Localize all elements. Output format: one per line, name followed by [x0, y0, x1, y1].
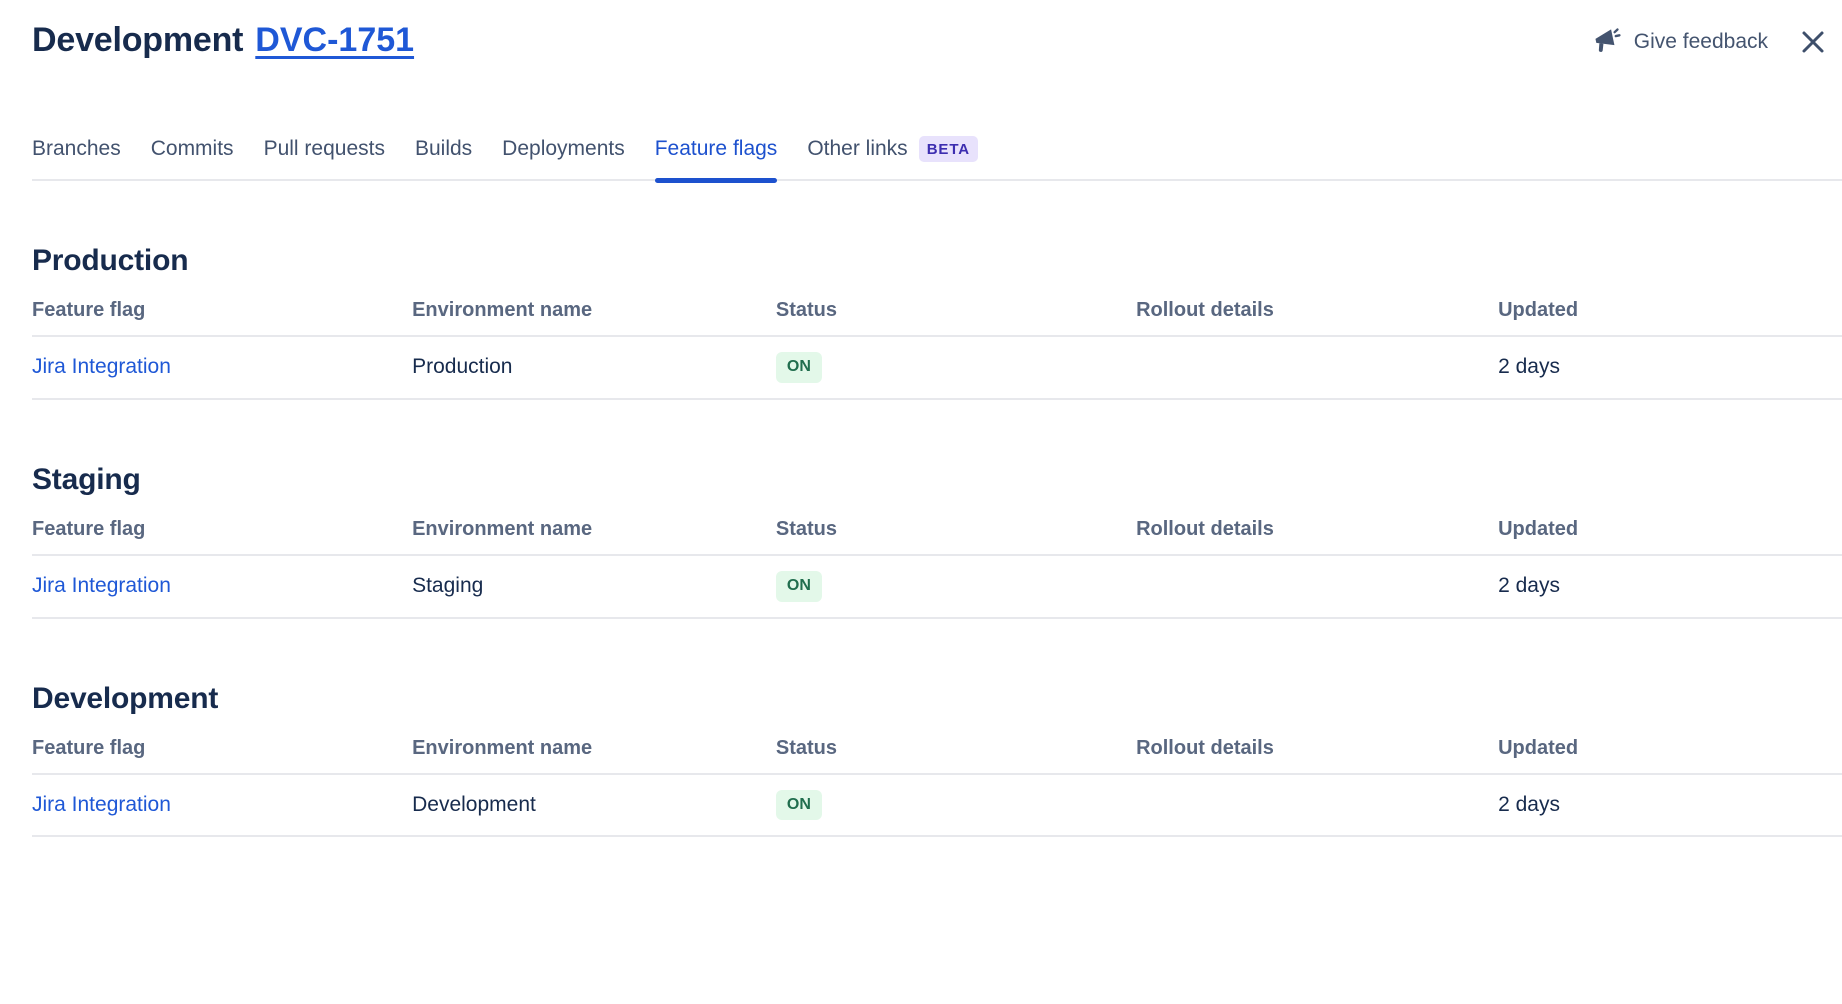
col-status: Status [776, 721, 1136, 774]
development-panel: Development DVC-1751 [0, 0, 1842, 837]
environment-name-cell: Staging [412, 555, 776, 618]
col-environment-name: Environment name [412, 721, 776, 774]
tab-label: Deployments [502, 137, 625, 161]
page-title: Development [32, 18, 243, 62]
status-badge: ON [776, 352, 822, 383]
environment-name-cell: Production [412, 336, 776, 399]
tab-label: Other links [807, 137, 907, 161]
tab-label: Branches [32, 137, 121, 161]
tab-commits[interactable]: Commits [151, 137, 234, 161]
close-icon [1798, 27, 1828, 57]
feature-flag-link[interactable]: Jira Integration [32, 574, 171, 597]
col-updated: Updated [1498, 502, 1842, 555]
section-heading: Staging [32, 458, 1842, 502]
close-button[interactable] [1794, 27, 1832, 57]
tab-pull-requests[interactable]: Pull requests [264, 137, 385, 161]
give-feedback-button[interactable]: Give feedback [1590, 26, 1768, 57]
table-header-row: Feature flag Environment name Status Rol… [32, 502, 1842, 555]
col-feature-flag: Feature flag [32, 502, 412, 555]
section-staging: Staging Feature flag Environment name St… [0, 458, 1842, 619]
table-row: Jira Integration Development ON 2 days [32, 774, 1842, 837]
feature-flag-table: Feature flag Environment name Status Rol… [32, 502, 1842, 619]
tab-label: Commits [151, 137, 234, 161]
col-updated: Updated [1498, 283, 1842, 336]
feature-flag-link[interactable]: Jira Integration [32, 355, 171, 378]
col-status: Status [776, 502, 1136, 555]
tab-bar: Branches Commits Pull requests Builds De… [32, 136, 1842, 181]
updated-cell: 2 days [1498, 336, 1842, 399]
issue-key-link[interactable]: DVC-1751 [255, 18, 414, 62]
status-badge: ON [776, 571, 822, 602]
rollout-details-cell [1136, 336, 1498, 399]
col-feature-flag: Feature flag [32, 721, 412, 774]
rollout-details-cell [1136, 774, 1498, 837]
table-row: Jira Integration Staging ON 2 days [32, 555, 1842, 618]
tab-feature-flags[interactable]: Feature flags [655, 137, 778, 161]
col-feature-flag: Feature flag [32, 283, 412, 336]
col-environment-name: Environment name [412, 502, 776, 555]
col-status: Status [776, 283, 1136, 336]
col-rollout-details: Rollout details [1136, 283, 1498, 336]
environment-name-cell: Development [412, 774, 776, 837]
col-rollout-details: Rollout details [1136, 721, 1498, 774]
feature-flag-table: Feature flag Environment name Status Rol… [32, 721, 1842, 838]
tab-deployments[interactable]: Deployments [502, 137, 625, 161]
table-header-row: Feature flag Environment name Status Rol… [32, 721, 1842, 774]
col-environment-name: Environment name [412, 283, 776, 336]
tab-label: Builds [415, 137, 472, 161]
col-rollout-details: Rollout details [1136, 502, 1498, 555]
tab-builds[interactable]: Builds [415, 137, 472, 161]
tab-other-links[interactable]: Other links BETA [807, 136, 978, 162]
section-heading: Development [32, 677, 1842, 721]
tab-branches[interactable]: Branches [32, 137, 121, 161]
megaphone-icon [1590, 26, 1621, 57]
table-row: Jira Integration Production ON 2 days [32, 336, 1842, 399]
feature-flag-link[interactable]: Jira Integration [32, 793, 171, 816]
updated-cell: 2 days [1498, 774, 1842, 837]
col-updated: Updated [1498, 721, 1842, 774]
panel-header: Development DVC-1751 [0, 0, 1842, 62]
title-group: Development DVC-1751 [32, 18, 414, 62]
table-header-row: Feature flag Environment name Status Rol… [32, 283, 1842, 336]
section-heading: Production [32, 239, 1842, 283]
section-development: Development Feature flag Environment nam… [0, 677, 1842, 838]
updated-cell: 2 days [1498, 555, 1842, 618]
beta-badge: BETA [919, 136, 978, 162]
status-badge: ON [776, 790, 822, 821]
section-production: Production Feature flag Environment name… [0, 239, 1842, 400]
tab-label: Feature flags [655, 137, 778, 161]
feature-flag-table: Feature flag Environment name Status Rol… [32, 283, 1842, 400]
give-feedback-label: Give feedback [1634, 30, 1768, 54]
tab-label: Pull requests [264, 137, 385, 161]
rollout-details-cell [1136, 555, 1498, 618]
header-actions: Give feedback [1590, 18, 1832, 57]
